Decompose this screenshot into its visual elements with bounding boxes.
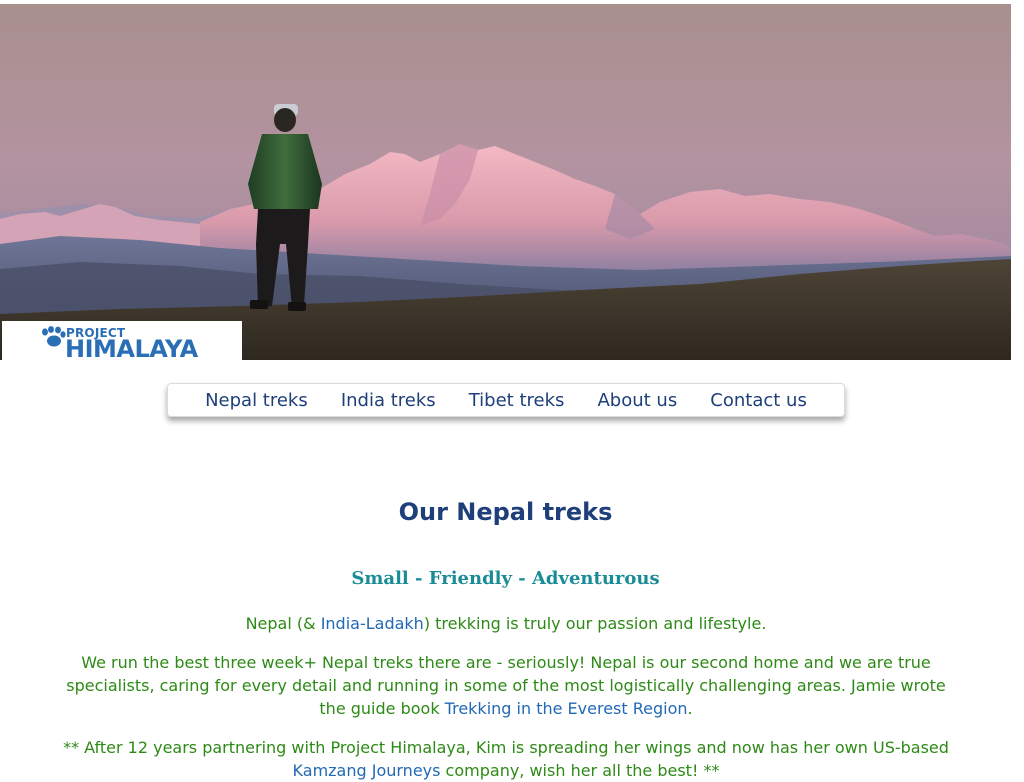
logo[interactable]: PROJECT HIMALAYA [2, 321, 242, 360]
nav-item-tibet-treks[interactable]: Tibet treks [469, 390, 565, 411]
india-ladakh-link[interactable]: India-Ladakh [321, 614, 424, 633]
kamzang-journeys-link[interactable]: Kamzang Journeys [293, 761, 441, 780]
nav-item-nepal-treks[interactable]: Nepal treks [205, 390, 308, 411]
tagline: Small - Friendly - Adventurous [351, 568, 660, 589]
hero-mountain-photo [0, 4, 1011, 360]
nav-item-contact-us[interactable]: Contact us [710, 390, 807, 411]
paw-print-icon [42, 326, 66, 347]
intro-text-after: ) trekking is truly our passion and life… [423, 614, 767, 633]
intro-text-before: Nepal (& [245, 614, 321, 633]
hero-banner: PROJECT HIMALAYA [0, 4, 1011, 360]
page-title: Our Nepal treks [398, 498, 613, 526]
kim-announcement-paragraph: ** After 12 years partnering with Projec… [55, 736, 957, 782]
nav-item-india-treks[interactable]: India treks [341, 390, 436, 411]
everest-guidebook-link[interactable]: Trekking in the Everest Region [445, 699, 688, 718]
intro-paragraph: Nepal (& India-Ladakh) trekking is truly… [55, 612, 957, 635]
logo-line2: HIMALAYA [65, 335, 198, 360]
specialists-paragraph: We run the best three week+ Nepal treks … [55, 651, 957, 720]
specialists-text-after: . [687, 699, 693, 718]
announcement-text-after: company, wish her all the best! ** [440, 761, 720, 780]
nav-item-about-us[interactable]: About us [597, 390, 677, 411]
main-nav: Nepal treks India treks Tibet treks Abou… [167, 383, 845, 417]
announcement-text-before: ** After 12 years partnering with Projec… [63, 738, 949, 757]
